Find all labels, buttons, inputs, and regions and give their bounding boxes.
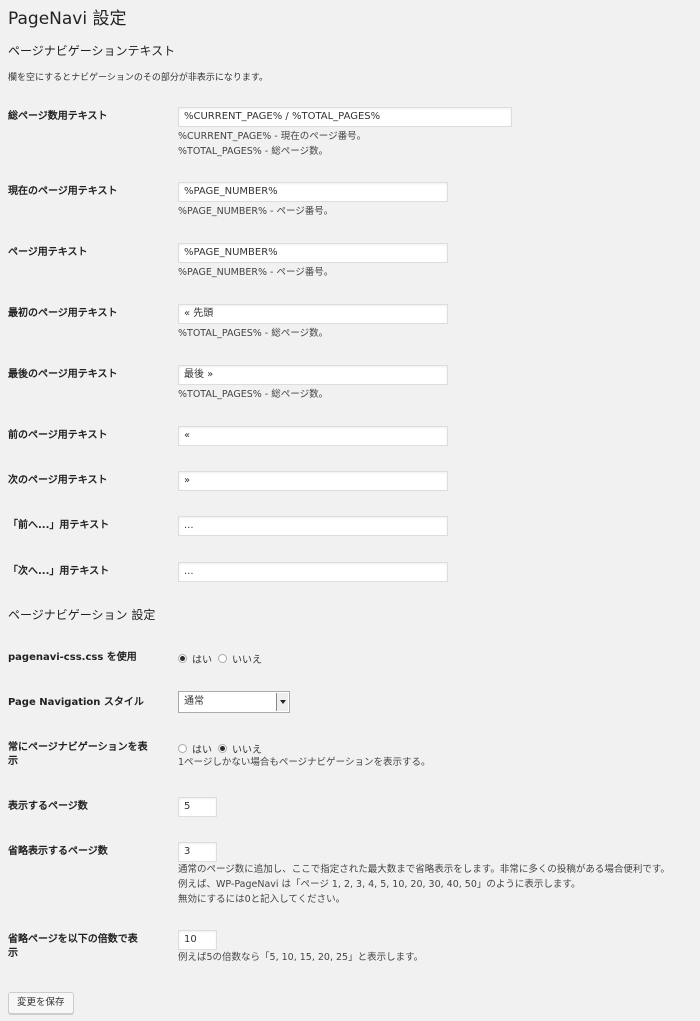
chevron-down-icon[interactable] bbox=[276, 693, 288, 711]
section-heading-text: ページナビゲーションテキスト bbox=[8, 44, 176, 58]
radio-label: いいえ bbox=[232, 655, 262, 666]
field-label-page: ページ用テキスト bbox=[8, 247, 88, 258]
pages-to-show-input[interactable]: 5 bbox=[178, 797, 217, 817]
total-pages-text-input[interactable]: %CURRENT_PAGE% / %TOTAL_PAGES% bbox=[178, 107, 512, 127]
help-text: %TOTAL_PAGES% - 総ページ数。 bbox=[178, 389, 329, 400]
field-label-next-page: 次のページ用テキスト bbox=[8, 475, 108, 486]
current-page-text-input[interactable]: %PAGE_NUMBER% bbox=[178, 182, 448, 202]
field-label-dots-prev: 「前へ...」用テキスト bbox=[8, 520, 110, 531]
page-title: PageNavi 設定 bbox=[8, 9, 127, 29]
label-line: 示 bbox=[8, 948, 18, 959]
select-value: 通常 bbox=[184, 696, 204, 707]
always-show-radio-group: はい いいえ bbox=[178, 741, 268, 756]
always-show-no-radio[interactable] bbox=[218, 744, 227, 753]
larger-pages-input[interactable]: 3 bbox=[178, 842, 217, 862]
help-text: 例えば、WP-PageNavi は「ページ 1, 2, 3, 4, 5, 10,… bbox=[178, 879, 581, 890]
field-label-last-page: 最後のページ用テキスト bbox=[8, 369, 118, 380]
help-text: 通常のページ数に追加し、ここで指定された最大数まで省略表示をします。非常に多くの… bbox=[178, 864, 670, 875]
radio-label: いいえ bbox=[232, 745, 262, 756]
help-text: %TOTAL_PAGES% - 総ページ数。 bbox=[178, 328, 329, 339]
field-label-use-css: pagenavi-css.css を使用 bbox=[8, 652, 137, 663]
help-text: 無効にするには0と記入してください。 bbox=[178, 894, 346, 905]
help-text: %CURRENT_PAGE% - 現在のページ番号。 bbox=[178, 131, 367, 142]
field-label-always-show: 常にページナビゲーションを表 示 bbox=[8, 741, 148, 769]
help-text: %PAGE_NUMBER% - ページ番号。 bbox=[178, 206, 334, 217]
label-line: 常にページナビゲーションを表 bbox=[8, 742, 148, 753]
field-label-pages-to-show: 表示するページ数 bbox=[8, 801, 88, 812]
use-css-radio-group: はい いいえ bbox=[178, 651, 268, 666]
last-page-text-input[interactable]: 最後 » bbox=[178, 365, 448, 385]
section-description: 欄を空にするとナビゲーションのその部分が非表示になります。 bbox=[8, 73, 269, 83]
field-label-dots-next: 「次へ...」用テキスト bbox=[8, 566, 110, 577]
field-label-first-page: 最初のページ用テキスト bbox=[8, 308, 118, 319]
label-line: 示 bbox=[8, 756, 18, 767]
field-label-current-page: 現在のページ用テキスト bbox=[8, 186, 118, 197]
field-label-prev-page: 前のページ用テキスト bbox=[8, 430, 108, 441]
page-text-input[interactable]: %PAGE_NUMBER% bbox=[178, 243, 448, 263]
style-select[interactable]: 通常 bbox=[178, 691, 290, 713]
section-heading-settings: ページナビゲーション 設定 bbox=[8, 608, 156, 622]
next-page-text-input[interactable]: » bbox=[178, 471, 448, 491]
prev-page-text-input[interactable]: « bbox=[178, 426, 448, 446]
first-page-text-input[interactable]: « 先頭 bbox=[178, 304, 448, 324]
field-label-total-pages: 総ページ数用テキスト bbox=[8, 111, 108, 122]
help-text: 1ページしかない場合もページナビゲーションを表示する。 bbox=[178, 757, 431, 768]
label-line: 省略ページを以下の倍数で表 bbox=[8, 934, 138, 945]
help-text: %PAGE_NUMBER% - ページ番号。 bbox=[178, 267, 334, 278]
radio-label: はい bbox=[192, 655, 212, 666]
radio-label: はい bbox=[192, 745, 212, 756]
dots-prev-text-input[interactable]: ... bbox=[178, 516, 448, 536]
help-text: %TOTAL_PAGES% - 総ページ数。 bbox=[178, 146, 329, 157]
use-css-no-radio[interactable] bbox=[218, 654, 227, 663]
help-text: 例えば5の倍数なら「5, 10, 15, 20, 25」と表示します。 bbox=[178, 952, 424, 963]
dots-next-text-input[interactable]: ... bbox=[178, 562, 448, 582]
save-button[interactable]: 変更を保存 bbox=[8, 992, 74, 1014]
field-label-larger-pages: 省略表示するページ数 bbox=[8, 846, 108, 857]
larger-multiple-input[interactable]: 10 bbox=[178, 930, 217, 950]
use-css-yes-radio[interactable] bbox=[178, 654, 187, 663]
always-show-yes-radio[interactable] bbox=[178, 744, 187, 753]
field-label-style: Page Navigation スタイル bbox=[8, 697, 144, 708]
field-label-larger-multiple: 省略ページを以下の倍数で表 示 bbox=[8, 933, 138, 961]
